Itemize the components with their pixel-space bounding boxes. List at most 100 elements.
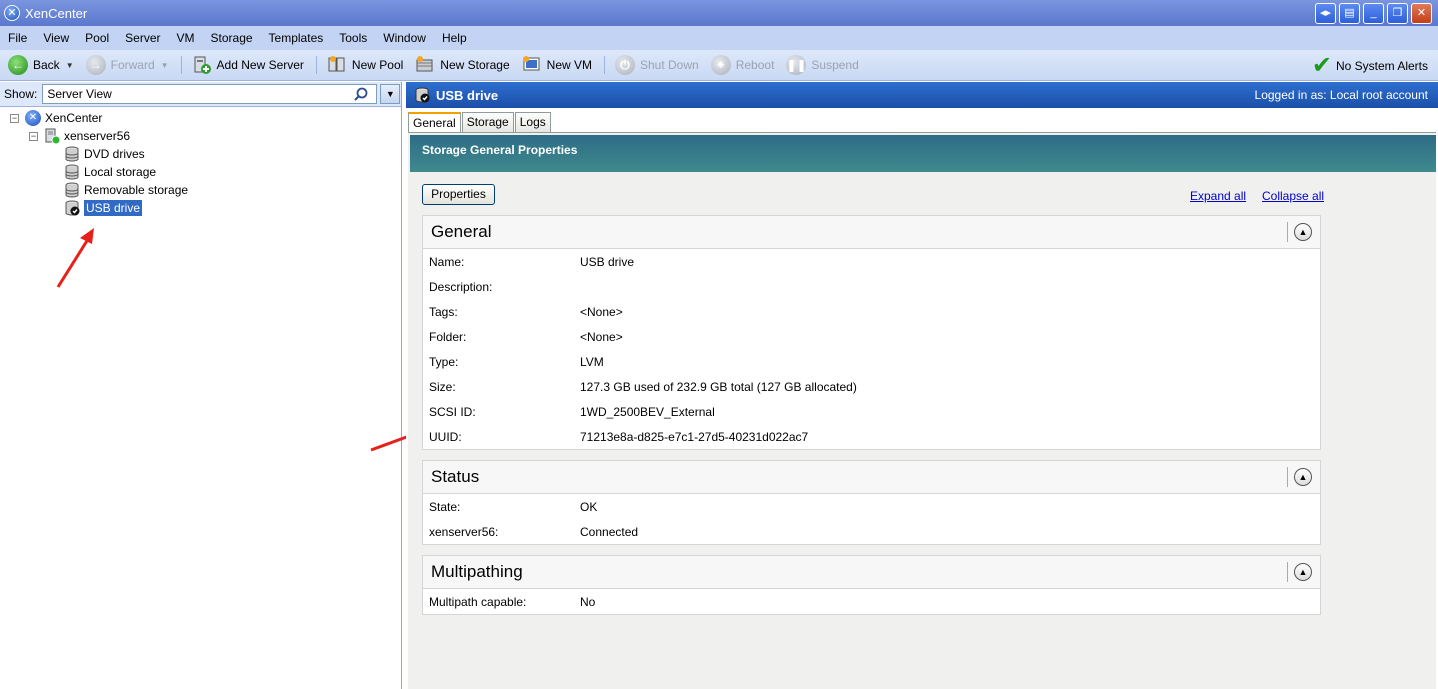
xencenter-logo-icon: ✕ (4, 5, 20, 21)
new-storage-icon (415, 55, 435, 75)
show-view-dropdown-icon[interactable]: ▼ (380, 84, 401, 104)
property-row: Multipath capable: No (423, 589, 1320, 614)
menu-storage[interactable]: Storage (203, 31, 261, 45)
shut-down-button[interactable]: ⏻ Shut Down (615, 55, 699, 75)
show-view-value: Server View (47, 87, 112, 101)
general-tab-content: Storage General Properties Properties Ex… (408, 132, 1436, 689)
property-key: Name: (429, 255, 465, 269)
collapse-up-icon[interactable]: ▲ (1294, 468, 1312, 486)
restore-panel-icon[interactable]: ▤ (1339, 3, 1360, 24)
undock-icon[interactable]: ◂▸ (1315, 3, 1336, 24)
tab-storage[interactable]: Storage (461, 112, 514, 132)
menu-server[interactable]: Server (117, 31, 168, 45)
back-button[interactable]: ← Back ▼ (8, 55, 74, 75)
tree-item-usb-drive[interactable]: USB drive (64, 199, 143, 217)
property-value: No (580, 595, 596, 609)
checkmark-icon: ✔ (1311, 51, 1332, 79)
menu-help[interactable]: Help (434, 31, 475, 45)
collapse-icon[interactable]: − (29, 131, 38, 141)
suspend-button[interactable]: ❚❚ Suspend (786, 55, 859, 75)
add-new-server-button[interactable]: Add New Server (192, 55, 304, 75)
property-key: Type: (429, 355, 459, 369)
property-key: State: (429, 500, 461, 514)
close-button[interactable]: ✕ (1411, 3, 1432, 24)
expand-all-link[interactable]: Expand all (1190, 189, 1246, 203)
show-bar: Show: Server View ▼ (0, 82, 401, 107)
collapse-all-link[interactable]: Collapse all (1262, 189, 1324, 203)
pause-icon: ❚❚ (786, 55, 807, 75)
new-vm-icon (522, 55, 542, 75)
reboot-label: Reboot (735, 58, 775, 72)
toolbar-separator (180, 56, 182, 74)
tree-label: DVD drives (84, 147, 145, 161)
reboot-button[interactable]: ✷ Reboot (710, 55, 775, 75)
server-icon (45, 128, 60, 144)
tree-item-local-storage[interactable]: Local storage (64, 163, 156, 181)
toolbar-separator (315, 56, 317, 74)
property-value: 1WD_2500BEV_External (580, 405, 715, 419)
power-icon: ⏻ (615, 55, 635, 75)
property-key: Size: (429, 380, 456, 394)
tree-label: XenCenter (45, 111, 103, 125)
add-new-server-label: Add New Server (216, 58, 304, 72)
new-storage-button[interactable]: New Storage (415, 55, 510, 75)
collapse-up-icon[interactable]: ▲ (1294, 223, 1312, 241)
details-header: USB drive Logged in as: Local root accou… (406, 82, 1438, 108)
default-storage-icon (415, 87, 430, 103)
xencenter-icon: ✕ (25, 110, 41, 126)
tree-label: Local storage (84, 165, 157, 179)
details-pane: USB drive Logged in as: Local root accou… (406, 82, 1438, 689)
tab-logs[interactable]: Logs (514, 112, 551, 132)
property-row: xenserver56: Connected (423, 519, 1320, 544)
divider (1287, 562, 1288, 582)
menu-view[interactable]: View (35, 31, 77, 45)
tab-general[interactable]: General (408, 112, 461, 133)
panel-title: Multipathing ▲ (423, 556, 1320, 589)
property-row: Name: USB drive (423, 249, 1320, 274)
property-value: <None> (580, 305, 623, 319)
menu-templates[interactable]: Templates (261, 31, 332, 45)
divider (1287, 222, 1288, 242)
storage-icon (65, 182, 79, 198)
forward-dropdown-icon[interactable]: ▼ (161, 61, 169, 70)
collapse-icon[interactable]: − (10, 113, 19, 123)
property-row: Size: 127.3 GB used of 232.9 GB total (12… (423, 374, 1320, 399)
panel-title: General ▲ (423, 216, 1320, 249)
panel-title-text: Status (431, 467, 480, 486)
menu-pool[interactable]: Pool (77, 31, 117, 45)
divider (1287, 467, 1288, 487)
new-vm-button[interactable]: New VM (522, 55, 592, 75)
tree-item-server[interactable]: − xenserver56 (29, 127, 130, 145)
system-alerts-label: No System Alerts (1335, 58, 1428, 73)
menu-vm[interactable]: VM (169, 31, 203, 45)
property-value: 71213e8a-d825-e7c1-27d5-40231d022ac7 (580, 430, 809, 444)
new-pool-icon (327, 55, 347, 75)
forward-button[interactable]: → Forward ▼ (85, 55, 169, 75)
new-pool-button[interactable]: New Pool (327, 55, 403, 75)
property-key: Tags: (429, 305, 458, 319)
window-controls: ◂▸ ▤ _ ❐ ✕ (1315, 3, 1432, 24)
tree-item-dvd-drives[interactable]: DVD drives (64, 145, 145, 163)
menu-file[interactable]: File (0, 31, 35, 45)
general-panel: General ▲ Name: USB drive Description: Ta… (422, 215, 1321, 450)
collapse-up-icon[interactable]: ▲ (1294, 563, 1312, 581)
minimize-button[interactable]: _ (1363, 3, 1384, 24)
menu-window[interactable]: Window (375, 31, 434, 45)
add-server-icon (192, 55, 212, 75)
menu-tools[interactable]: Tools (331, 31, 375, 45)
search-icon[interactable] (354, 87, 368, 101)
tree-item-xencenter[interactable]: − ✕ XenCenter (10, 109, 102, 127)
property-row: Type: LVM (423, 349, 1320, 374)
maximize-button[interactable]: ❐ (1387, 3, 1408, 24)
toolbar: ← Back ▼ → Forward ▼ Add New Server New … (0, 50, 1438, 81)
system-alerts-button[interactable]: ✔ No System Alerts (1312, 50, 1428, 81)
property-key: xenserver56: (429, 525, 499, 539)
back-dropdown-icon[interactable]: ▼ (66, 61, 74, 70)
property-value: LVM (580, 355, 604, 369)
properties-button[interactable]: Properties (422, 184, 495, 205)
new-vm-label: New VM (546, 58, 592, 72)
property-key: Description: (429, 280, 493, 294)
tree-item-removable-storage[interactable]: Removable storage (64, 181, 188, 199)
show-view-input[interactable]: Server View (42, 84, 378, 104)
property-row: Folder: <None> (423, 324, 1320, 349)
